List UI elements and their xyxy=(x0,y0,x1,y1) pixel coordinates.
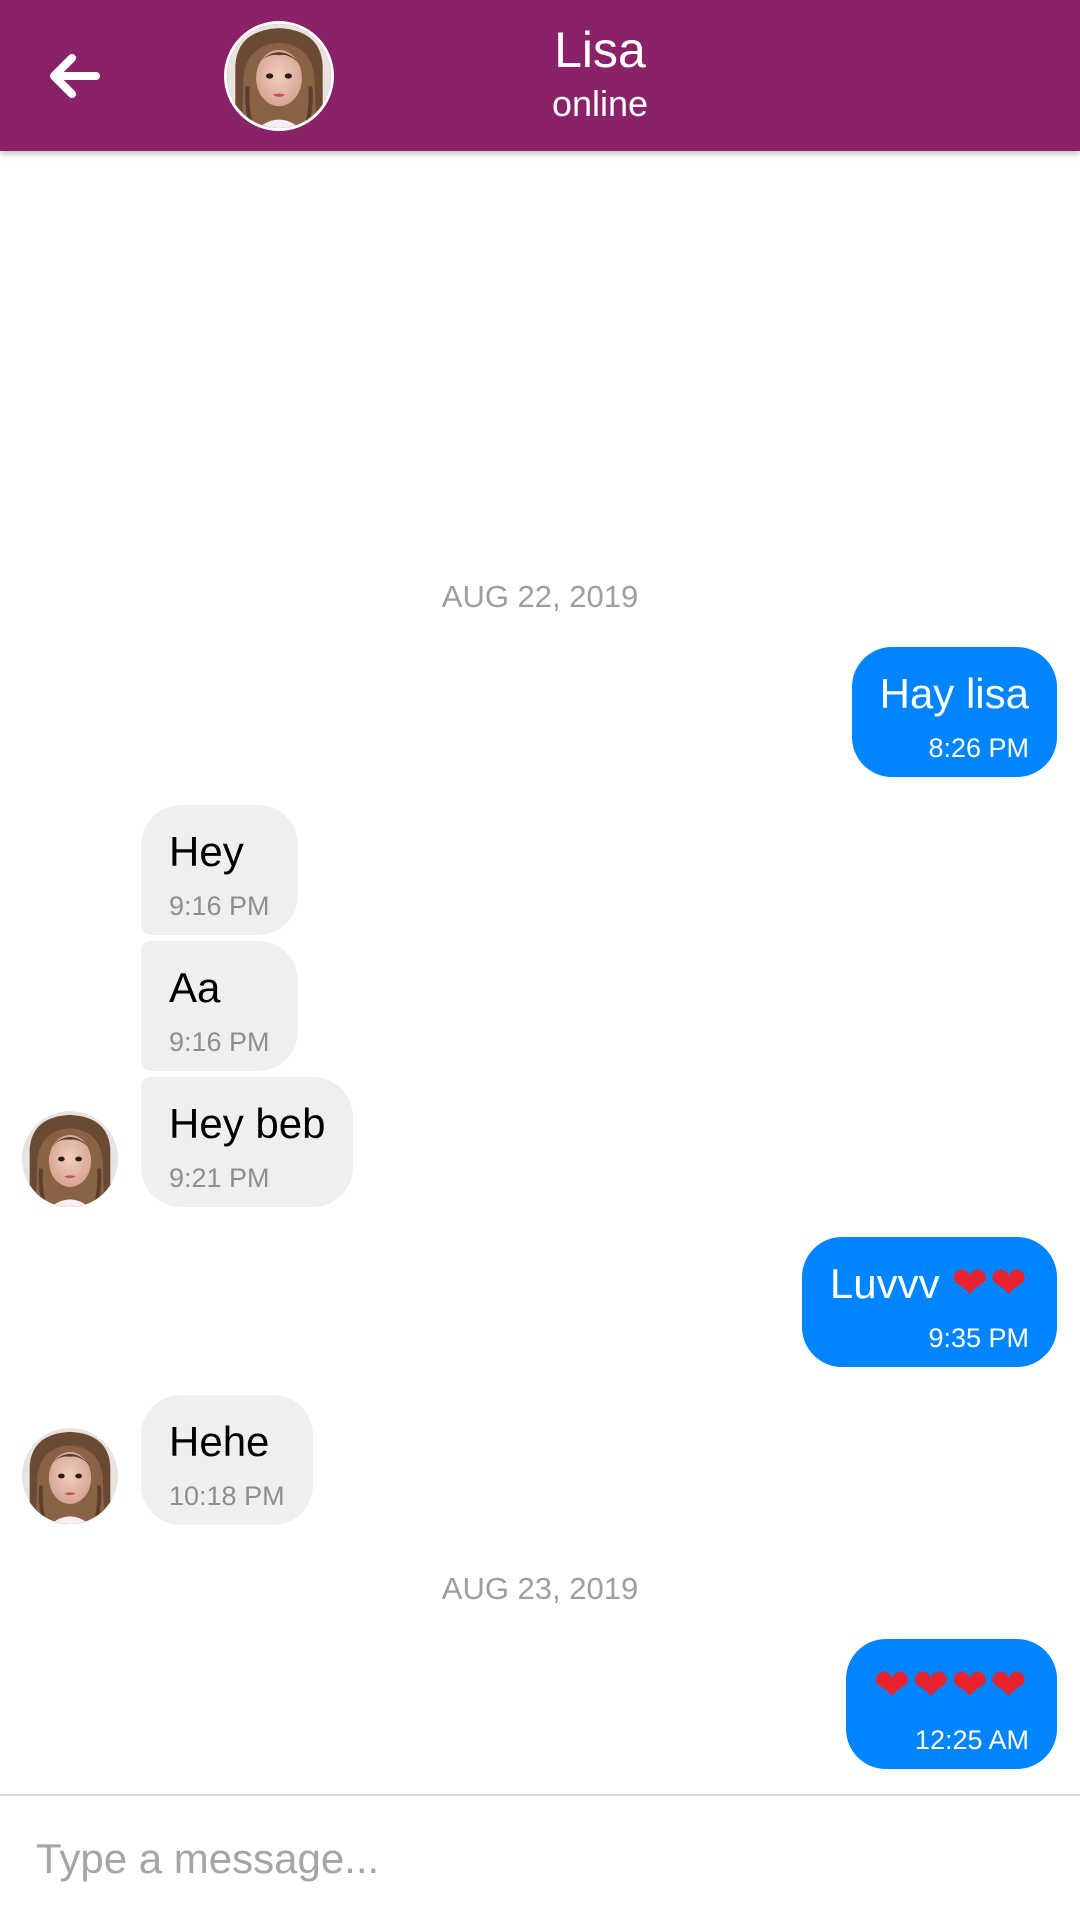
message-bubble-incoming[interactable]: Hey beb 9:21 PM xyxy=(141,1077,354,1207)
message-time: 8:26 PM xyxy=(928,733,1029,763)
message-bubble-incoming[interactable]: Aa 9:16 PM xyxy=(141,941,298,1071)
heart-emoji: ❤❤❤❤ xyxy=(873,1660,1029,1711)
heart-emoji: ❤❤ xyxy=(951,1258,1029,1309)
message-time: 10:18 PM xyxy=(169,1481,285,1511)
contact-status: online xyxy=(551,83,649,124)
message-bubble-outgoing[interactable]: Luvvv ❤❤ 9:35 PM xyxy=(801,1237,1057,1367)
message-input[interactable] xyxy=(36,1824,1036,1894)
chat-header: Lisa online xyxy=(0,0,1080,151)
message-text: Hey beb xyxy=(169,1100,326,1147)
message-bubble-incoming[interactable]: Hehe 10:18 PM xyxy=(141,1395,313,1525)
message-bubble-incoming[interactable]: Hey 9:16 PM xyxy=(141,805,298,935)
message-time: 9:21 PM xyxy=(169,1163,270,1193)
message-time: 9:16 PM xyxy=(169,1027,270,1057)
message-content: ❤❤❤❤ xyxy=(874,1659,1029,1713)
date-separator: AUG 22, 2019 xyxy=(441,579,639,614)
contact-info[interactable]: Lisa online xyxy=(450,18,750,126)
message-time: 12:25 AM xyxy=(914,1725,1029,1755)
message-text: Hey xyxy=(169,828,244,875)
message-bubble-outgoing[interactable]: ❤❤❤❤ 12:25 AM xyxy=(845,1639,1057,1769)
message-text: Aa xyxy=(169,964,221,1011)
message-content: Luvvv ❤❤ xyxy=(830,1257,1029,1311)
message-bubble-outgoing[interactable]: Hay lisa 8:26 PM xyxy=(851,647,1057,777)
back-button[interactable] xyxy=(34,36,114,116)
message-composer xyxy=(0,1794,1080,1920)
message-time: 9:16 PM xyxy=(169,891,270,921)
date-separator: AUG 23, 2019 xyxy=(441,1571,639,1606)
contact-avatar-small[interactable] xyxy=(22,1428,118,1524)
contact-avatar[interactable] xyxy=(224,21,334,131)
message-text: Hehe xyxy=(169,1418,270,1465)
contact-avatar-small[interactable] xyxy=(22,1111,118,1207)
message-text: Hay lisa xyxy=(879,670,1029,717)
message-time: 9:35 PM xyxy=(928,1323,1029,1353)
contact-name: Lisa xyxy=(554,22,646,78)
arrow-left-icon xyxy=(50,54,100,98)
message-list[interactable]: AUG 22, 2019 Hay lisa 8:26 PM Hey 9:16 P… xyxy=(0,151,1080,1794)
message-text: Luvvv xyxy=(829,1260,940,1307)
